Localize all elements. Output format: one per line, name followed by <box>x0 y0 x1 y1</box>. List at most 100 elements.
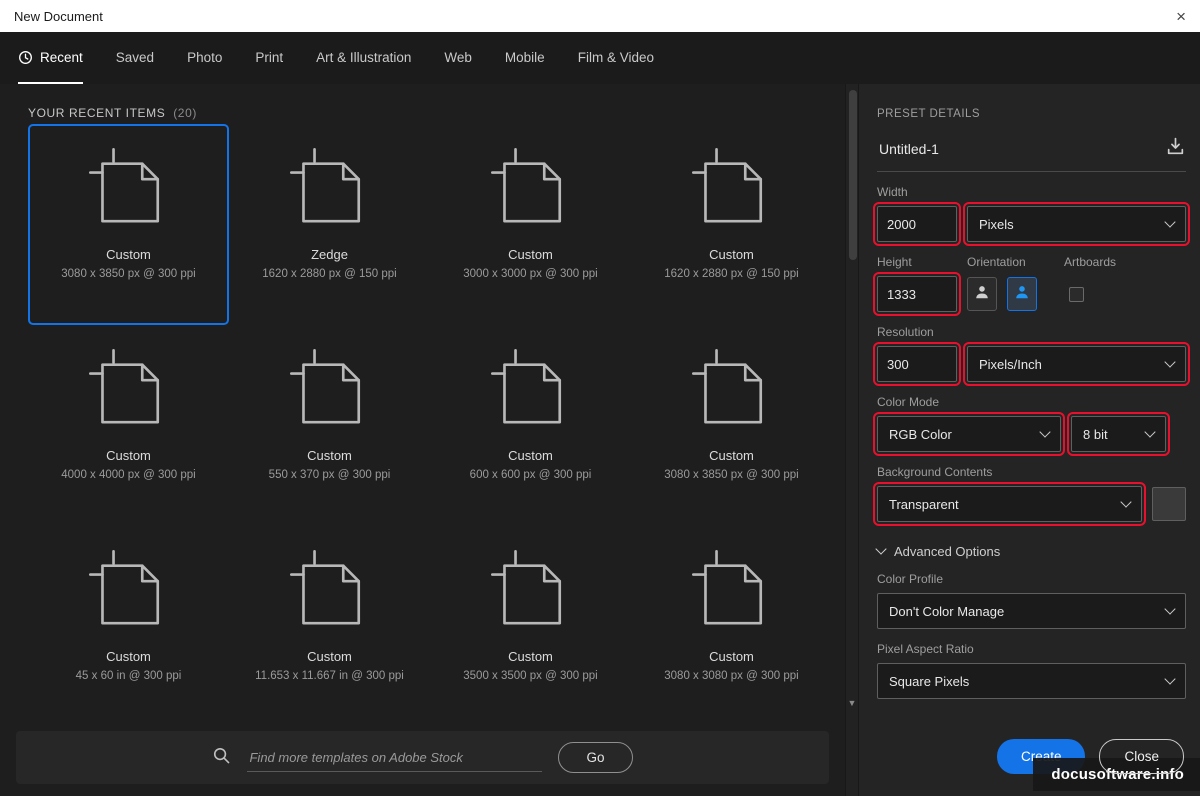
tab-label: Art & Illustration <box>316 49 412 65</box>
pixel-aspect-ratio-dropdown[interactable]: Square Pixels <box>877 663 1186 699</box>
adobe-stock-search-bar: Go <box>16 731 829 784</box>
window-title: New Document <box>14 8 103 24</box>
advanced-options-label: Advanced Options <box>894 544 1001 559</box>
color-profile-value: Don't Color Manage <box>889 603 1005 619</box>
width-input[interactable] <box>873 202 961 246</box>
scroll-down-icon[interactable]: ▼ <box>846 698 858 708</box>
template-name: Custom <box>709 649 754 664</box>
vertical-scrollbar[interactable]: ▼ <box>845 84 859 796</box>
document-icon <box>288 548 372 637</box>
resolution-input[interactable] <box>873 342 961 386</box>
width-row: Pixels <box>873 202 1190 246</box>
height-label: Height <box>877 255 912 269</box>
recent-items-header: YOUR RECENT ITEMS (20) <box>28 106 197 120</box>
save-preset-icon[interactable] <box>1165 136 1186 162</box>
template-item[interactable]: Custom 3080 x 3850 px @ 300 ppi <box>631 325 832 526</box>
chevron-down-icon <box>1164 356 1176 368</box>
tab-web[interactable]: Web <box>444 32 472 84</box>
template-name: Custom <box>508 247 553 262</box>
template-item[interactable]: Custom 11.653 x 11.667 in @ 300 ppi <box>229 526 430 727</box>
color-mode-row: RGB Color 8 bit <box>873 412 1186 456</box>
resolution-unit-value: Pixels/Inch <box>979 356 1042 372</box>
template-item[interactable]: Custom 4000 x 4000 px @ 300 ppi <box>28 325 229 526</box>
tab-label: Saved <box>115 49 155 65</box>
template-name: Custom <box>709 448 754 463</box>
template-item[interactable]: Zedge 1620 x 2880 px @ 150 ppi <box>229 124 430 325</box>
resolution-row: Pixels/Inch <box>873 342 1190 386</box>
height-input[interactable] <box>873 272 961 316</box>
tab-recent[interactable]: Recent <box>18 32 83 84</box>
template-dims: 1620 x 2880 px @ 150 ppi <box>262 268 397 280</box>
chevron-down-icon <box>1164 216 1176 228</box>
document-icon <box>87 347 171 436</box>
template-dims: 3080 x 3850 px @ 300 ppi <box>664 469 799 481</box>
pixel-aspect-ratio-value: Square Pixels <box>889 673 970 689</box>
chevron-down-icon <box>1039 426 1051 438</box>
template-name: Custom <box>106 247 151 262</box>
scrollbar-thumb[interactable] <box>849 90 857 260</box>
color-mode-label: Color Mode <box>877 395 940 409</box>
category-tabbar: Recent Saved Photo Print Art & Illustrat… <box>0 32 1200 84</box>
tab-saved[interactable]: Saved <box>116 32 154 84</box>
width-unit-value: Pixels <box>979 216 1014 232</box>
artboards-label: Artboards <box>1064 255 1117 269</box>
template-item[interactable]: Custom 3080 x 3850 px @ 300 ppi <box>28 124 229 325</box>
template-item[interactable]: Custom 3500 x 3500 px @ 300 ppi <box>430 526 631 727</box>
close-button[interactable]: Close <box>1099 739 1184 774</box>
background-color-swatch[interactable] <box>1152 487 1186 521</box>
color-mode-dropdown[interactable]: RGB Color <box>873 412 1065 456</box>
template-item[interactable]: Custom 1620 x 2880 px @ 150 ppi <box>631 124 832 325</box>
recent-templates-pane: YOUR RECENT ITEMS (20) Custom 3080 x 385… <box>0 84 845 796</box>
tab-label: Recent <box>40 49 83 65</box>
bit-depth-dropdown[interactable]: 8 bit <box>1067 412 1170 456</box>
tab-label: Print <box>255 49 284 65</box>
orientation-label: Orientation <box>967 255 1026 269</box>
preset-details-header: PRESET DETAILS <box>877 108 981 120</box>
orientation-portrait-button[interactable] <box>967 277 997 311</box>
template-item[interactable]: Custom 3080 x 3080 px @ 300 ppi <box>631 526 832 727</box>
preset-details-panel: PRESET DETAILS Width Pixels Height Orien… <box>859 84 1200 796</box>
document-icon <box>87 146 171 235</box>
tab-print[interactable]: Print <box>255 32 283 84</box>
background-contents-value: Transparent <box>889 496 959 512</box>
template-item[interactable]: Custom 45 x 60 in @ 300 ppi <box>28 526 229 727</box>
artboards-checkbox[interactable] <box>1069 286 1084 302</box>
chevron-down-icon <box>1144 426 1156 438</box>
tab-film-video[interactable]: Film & Video <box>578 32 654 84</box>
background-contents-label: Background Contents <box>877 465 993 479</box>
template-item[interactable]: Custom 3000 x 3000 px @ 300 ppi <box>430 124 631 325</box>
template-item[interactable]: Custom 600 x 600 px @ 300 ppi <box>430 325 631 526</box>
template-grid: Custom 3080 x 3850 px @ 300 ppi Zedge 16… <box>28 124 845 727</box>
template-dims: 45 x 60 in @ 300 ppi <box>75 670 182 682</box>
template-dims: 4000 x 4000 px @ 300 ppi <box>61 469 196 481</box>
orientation-landscape-button[interactable] <box>1007 277 1037 311</box>
color-profile-dropdown[interactable]: Don't Color Manage <box>877 593 1186 629</box>
document-name-input[interactable] <box>877 140 1155 158</box>
bit-depth-value: 8 bit <box>1083 426 1108 442</box>
template-dims: 3080 x 3850 px @ 300 ppi <box>61 268 196 280</box>
template-item[interactable]: Custom 550 x 370 px @ 300 ppi <box>229 325 430 526</box>
template-dims: 550 x 370 px @ 300 ppi <box>268 469 391 481</box>
template-dims: 3000 x 3000 px @ 300 ppi <box>463 268 598 280</box>
go-button[interactable]: Go <box>558 742 633 773</box>
dialog-body: YOUR RECENT ITEMS (20) Custom 3080 x 385… <box>0 84 1200 796</box>
document-icon <box>288 347 372 436</box>
stock-search-input[interactable] <box>247 743 543 772</box>
landscape-icon <box>1013 282 1031 307</box>
clock-icon <box>18 50 33 65</box>
document-icon <box>690 146 774 235</box>
width-unit-dropdown[interactable]: Pixels <box>963 202 1190 246</box>
background-contents-dropdown[interactable]: Transparent <box>873 482 1146 526</box>
template-name: Custom <box>307 649 352 664</box>
color-mode-value: RGB Color <box>889 426 952 442</box>
template-name: Custom <box>508 649 553 664</box>
advanced-options-toggle[interactable]: Advanced Options <box>875 542 1186 559</box>
tab-art-illustration[interactable]: Art & Illustration <box>316 32 411 84</box>
window-close-icon[interactable]: × <box>1176 8 1186 25</box>
search-icon <box>212 746 231 770</box>
tab-mobile[interactable]: Mobile <box>505 32 545 84</box>
tab-photo[interactable]: Photo <box>187 32 222 84</box>
resolution-unit-dropdown[interactable]: Pixels/Inch <box>963 342 1190 386</box>
document-icon <box>690 347 774 436</box>
background-contents-row: Transparent <box>873 482 1186 526</box>
